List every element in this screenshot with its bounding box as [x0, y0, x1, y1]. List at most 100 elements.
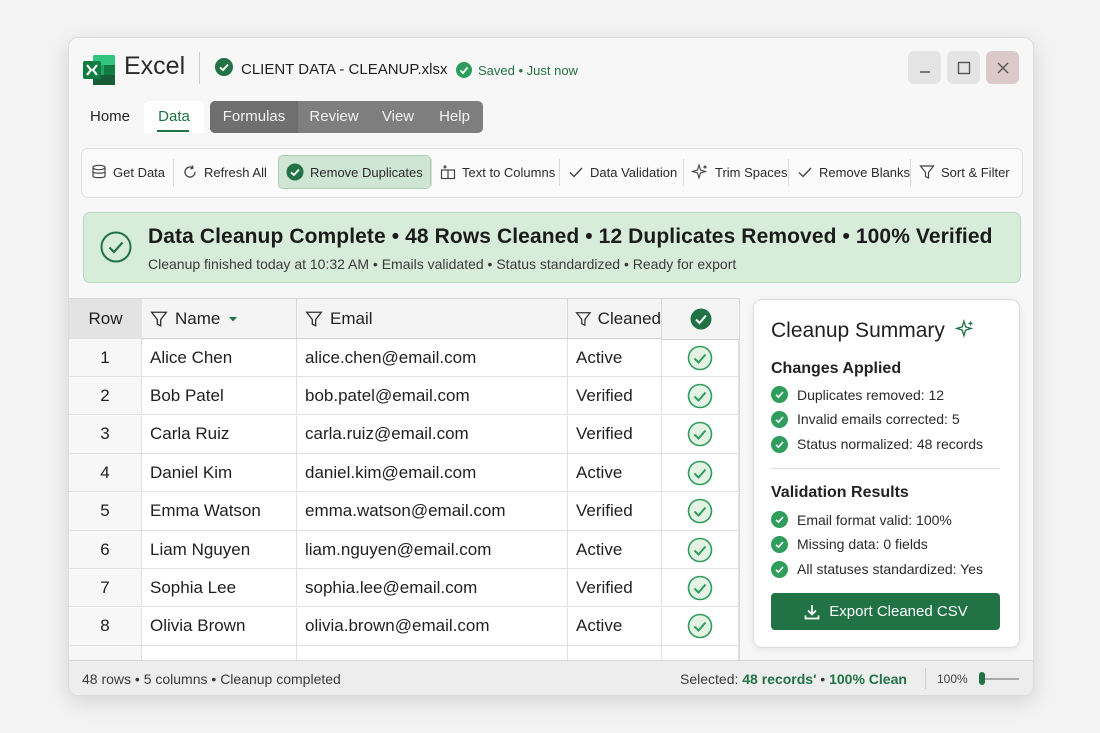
remove-duplicates-button[interactable]: Remove Duplicates	[278, 155, 431, 189]
email-cell[interactable]: liam.nguyen@email.com	[297, 531, 568, 569]
filter-icon	[919, 165, 935, 179]
excel-window: Excel CLIENT DATA - CLEANUP.xlsx Saved •…	[68, 37, 1034, 696]
email-cell[interactable]: olivia.brown@email.com	[297, 607, 568, 646]
email-cell[interactable]: bob.patel@email.com	[297, 377, 568, 416]
row-number-cell[interactable]: 7	[69, 569, 142, 608]
filter-icon[interactable]	[150, 310, 168, 328]
change-item-label: Status normalized: 48 records	[797, 436, 983, 453]
remove-blanks-button[interactable]: Remove Blanks	[797, 156, 910, 188]
check-icon	[771, 386, 788, 403]
email-cell[interactable]: carla.ruiz@email.com	[297, 415, 568, 454]
refresh-icon	[184, 165, 196, 178]
name-header-label: Name	[175, 308, 221, 328]
tab-home[interactable]: Home	[83, 101, 137, 133]
email-cell[interactable]: emma.watson@email.com	[297, 492, 568, 531]
status-cell[interactable]: Active	[568, 607, 662, 646]
status-cell[interactable]: Verified	[568, 415, 662, 454]
name-cell[interactable]: Olivia Brown	[142, 607, 297, 646]
cleaned-check-cell	[662, 415, 739, 454]
row-number-cell[interactable]: 2	[69, 377, 142, 416]
close-button[interactable]	[986, 51, 1019, 84]
verified-check-icon	[690, 308, 711, 330]
zoom-slider[interactable]	[979, 678, 1019, 680]
trim-spaces-button[interactable]: Trim Spaces	[691, 156, 787, 188]
name-column-header[interactable]: Name	[142, 299, 297, 339]
refresh-all-label: Refresh All	[204, 164, 267, 180]
name-cell[interactable]: Bob Patel	[142, 377, 297, 416]
row-check-icon	[687, 613, 713, 639]
email-cell[interactable]: alice.chen@email.com	[297, 339, 568, 377]
email-cell[interactable]: sophia.lee@email.com	[297, 569, 568, 608]
row-number-cell[interactable]: 1	[69, 339, 142, 377]
row-check-icon	[687, 575, 713, 601]
success-banner: Data Cleanup Complete • 48 Rows Cleaned …	[83, 212, 1021, 283]
row-number-cell[interactable]: 4	[69, 454, 142, 493]
empty-cell	[297, 646, 568, 661]
status-bar: 48 rows • 5 columns • Cleanup completed …	[69, 660, 1033, 695]
cleaned-check-cell	[662, 454, 739, 493]
status-cell[interactable]: Verified	[568, 377, 662, 416]
email-column-header[interactable]: Email	[297, 299, 568, 339]
check-icon	[771, 410, 788, 428]
name-cell[interactable]: Sophia Lee	[142, 569, 297, 608]
status-cell[interactable]: Active	[568, 454, 662, 493]
name-cell[interactable]: Carla Ruiz	[142, 415, 297, 454]
change-item: Duplicates removed: 12	[771, 386, 944, 403]
validation-item-label: All statuses standardized: Yes	[797, 561, 984, 578]
selected-value: 48 records'	[742, 671, 817, 687]
cleaned-column-header[interactable]: Cleaned	[568, 299, 662, 339]
sort-filter-button[interactable]: Sort & Filter	[919, 156, 1010, 188]
active-tab-indicator	[157, 130, 189, 132]
row-header: Row	[69, 299, 143, 340]
get-data-button[interactable]: Get Data	[91, 156, 165, 188]
cleaned-header-label: Cleaned	[597, 308, 661, 328]
row-number-cell[interactable]: 3	[69, 415, 142, 454]
verified-column-header	[662, 299, 740, 340]
name-cell[interactable]: Emma Watson	[142, 492, 297, 531]
name-cell[interactable]: Daniel Kim	[142, 454, 297, 493]
status-cell[interactable]: Verified	[568, 492, 662, 531]
validation-item: Missing data: 0 fields	[771, 535, 928, 553]
row-number-cell[interactable]: 6	[69, 531, 142, 569]
email-cell[interactable]: daniel.kim@email.com	[297, 454, 568, 493]
tab-data[interactable]: Data	[144, 101, 204, 133]
cleaned-check-cell	[662, 569, 739, 608]
filter-icon[interactable]	[575, 310, 592, 328]
row-number-cell[interactable]: 8	[69, 607, 142, 646]
sort-down-icon[interactable]	[227, 313, 239, 325]
text-to-columns-button[interactable]: Text to Columns	[440, 156, 555, 188]
clean-value: 100% Clean	[829, 671, 907, 687]
row-number-cell[interactable]: 5	[69, 492, 142, 531]
cleaned-check-cell	[662, 531, 739, 569]
remove-duplicates-label: Remove Duplicates	[310, 164, 423, 180]
change-item-label: Invalid emails corrected: 5	[797, 411, 960, 428]
status-cell[interactable]: Verified	[568, 569, 662, 608]
maximize-button[interactable]	[947, 51, 980, 84]
banner-subtitle: Cleanup finished today at 10:32 AM • Ema…	[148, 256, 737, 272]
sort-filter-label: Sort & Filter	[941, 164, 1010, 180]
name-cell[interactable]: Liam Nguyen	[142, 531, 297, 569]
row-check-icon	[687, 537, 713, 562]
refresh-all-button[interactable]: Refresh All	[182, 156, 267, 188]
tab-review[interactable]: Review	[298, 101, 370, 133]
tab-formulas[interactable]: Formulas	[210, 101, 298, 133]
ribbon-separator	[910, 159, 911, 186]
status-cell[interactable]: Active	[568, 339, 662, 377]
data-validation-button[interactable]: Data Validation	[568, 156, 677, 188]
validation-item: All statuses standardized: Yes	[771, 560, 984, 578]
minimize-icon	[919, 70, 930, 73]
status-cell[interactable]: Active	[568, 531, 662, 569]
name-cell[interactable]: Alice Chen	[142, 339, 297, 377]
filter-icon[interactable]	[305, 310, 323, 328]
maximize-icon	[957, 61, 970, 74]
ribbon-separator	[559, 159, 560, 186]
export-label: Export Cleaned CSV	[829, 603, 968, 620]
row-check-icon	[687, 383, 713, 409]
tab-view[interactable]: View	[370, 101, 426, 133]
title-bar: Excel CLIENT DATA - CLEANUP.xlsx Saved •…	[69, 38, 1033, 102]
tab-help[interactable]: Help	[426, 101, 483, 133]
zoom-slider-handle[interactable]	[979, 672, 985, 685]
ribbon-separator	[788, 159, 789, 186]
export-csv-button[interactable]: Export Cleaned CSV	[771, 593, 1000, 630]
minimize-button[interactable]	[908, 51, 941, 84]
